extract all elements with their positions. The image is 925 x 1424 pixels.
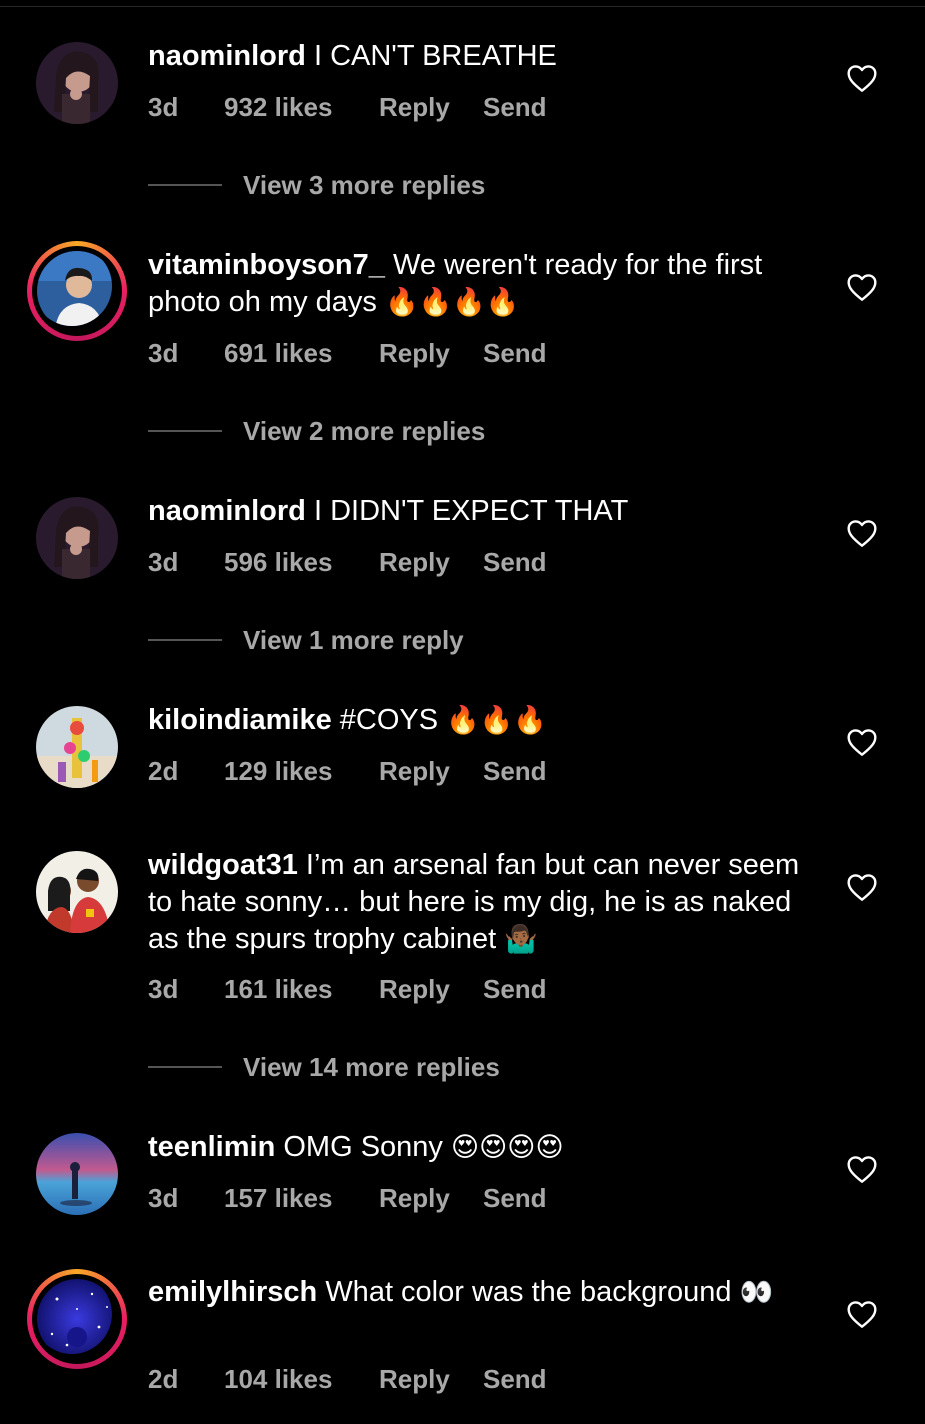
like-count[interactable]: 932 likes xyxy=(224,92,332,123)
top-divider xyxy=(0,6,925,7)
reply-button[interactable]: Reply xyxy=(379,756,450,787)
heart-icon[interactable] xyxy=(846,63,878,93)
avatar-story-ring[interactable] xyxy=(27,241,127,341)
comment-body: I CAN'T BREATHE xyxy=(313,40,557,72)
replies-divider xyxy=(148,184,222,186)
send-button[interactable]: Send xyxy=(483,974,547,1005)
heart-icon[interactable] xyxy=(846,518,878,548)
comment-time: 3d xyxy=(148,547,179,577)
reply-button[interactable]: Reply xyxy=(379,1183,450,1214)
comment-text: emilylhirsch What color was the backgrou… xyxy=(148,1274,808,1311)
comment-emoji: 👀 xyxy=(739,1277,774,1307)
reply-button[interactable]: Reply xyxy=(379,338,450,369)
send-button[interactable]: Send xyxy=(483,1183,547,1214)
avatar[interactable] xyxy=(36,1133,118,1215)
comment-text: vitaminboyson7_ We weren't ready for the… xyxy=(148,247,808,321)
like-count[interactable]: 161 likes xyxy=(224,974,332,1005)
send-button[interactable]: Send xyxy=(483,547,547,578)
reply-button[interactable]: Reply xyxy=(379,547,450,578)
comment-username[interactable]: teenlimin xyxy=(148,1131,275,1163)
comment-emoji: 🤷🏾‍♂️ xyxy=(504,924,538,954)
comment-username[interactable]: naominlord xyxy=(148,495,306,527)
comment-body: OMG Sonny xyxy=(283,1131,443,1163)
avatar[interactable] xyxy=(36,42,118,124)
heart-icon[interactable] xyxy=(846,1154,878,1184)
avatar[interactable] xyxy=(36,851,118,933)
like-count[interactable]: 104 likes xyxy=(224,1364,332,1395)
heart-icon[interactable] xyxy=(846,272,878,302)
heart-icon[interactable] xyxy=(846,727,878,757)
comment-text: naominlord I CAN'T BREATHE xyxy=(148,38,808,75)
comment-text: naominlord I DIDN'T EXPECT THAT xyxy=(148,493,808,530)
comment-text: kiloindiamike #COYS 🔥🔥🔥 xyxy=(148,702,808,739)
heart-icon[interactable] xyxy=(846,872,878,902)
like-count[interactable]: 157 likes xyxy=(224,1183,332,1214)
comment-time: 3d xyxy=(148,974,179,1004)
send-button[interactable]: Send xyxy=(483,338,547,369)
view-replies-label[interactable]: View 14 more replies xyxy=(243,1052,500,1083)
comment-emoji: 🔥🔥🔥🔥 xyxy=(384,287,520,317)
comment-time: 2d xyxy=(148,756,179,786)
avatar-story-ring[interactable] xyxy=(27,1269,127,1369)
comment-username[interactable]: wildgoat31 xyxy=(148,849,298,881)
like-count[interactable]: 129 likes xyxy=(224,756,332,787)
reply-button[interactable]: Reply xyxy=(379,974,450,1005)
comment-time: 3d xyxy=(148,92,179,122)
avatar[interactable] xyxy=(36,497,118,579)
reply-button[interactable]: Reply xyxy=(379,92,450,123)
comment-emoji: 🔥🔥🔥 xyxy=(446,705,548,735)
replies-divider xyxy=(148,430,222,432)
comment-text: teenlimin OMG Sonny 😍😍😍😍 xyxy=(148,1129,808,1166)
comment-time: 3d xyxy=(148,1183,179,1213)
replies-divider xyxy=(148,639,222,641)
comment-body: I DIDN'T EXPECT THAT xyxy=(313,495,629,527)
view-replies-label[interactable]: View 2 more replies xyxy=(243,416,485,447)
comment-text: wildgoat31 I’m an arsenal fan but can ne… xyxy=(148,847,808,958)
avatar[interactable] xyxy=(36,706,118,788)
like-count[interactable]: 596 likes xyxy=(224,547,332,578)
reply-button[interactable]: Reply xyxy=(379,1364,450,1395)
comment-username[interactable]: vitaminboyson7_ xyxy=(148,249,385,281)
comment-username[interactable]: naominlord xyxy=(148,40,306,72)
like-count[interactable]: 691 likes xyxy=(224,338,332,369)
send-button[interactable]: Send xyxy=(483,1364,547,1395)
replies-divider xyxy=(148,1066,222,1068)
comment-username[interactable]: kiloindiamike xyxy=(148,704,332,736)
send-button[interactable]: Send xyxy=(483,92,547,123)
comment-username[interactable]: emilylhirsch xyxy=(148,1276,317,1308)
comment-time: 2d xyxy=(148,1364,179,1394)
comment-time: 3d xyxy=(148,338,179,368)
view-replies-label[interactable]: View 3 more replies xyxy=(243,170,485,201)
heart-icon[interactable] xyxy=(846,1299,878,1329)
comment-emoji: 😍😍😍😍 xyxy=(451,1132,564,1162)
comment-body: What color was the background xyxy=(325,1276,732,1308)
send-button[interactable]: Send xyxy=(483,756,547,787)
comment-body: #COYS xyxy=(339,704,439,736)
view-replies-label[interactable]: View 1 more reply xyxy=(243,625,464,656)
